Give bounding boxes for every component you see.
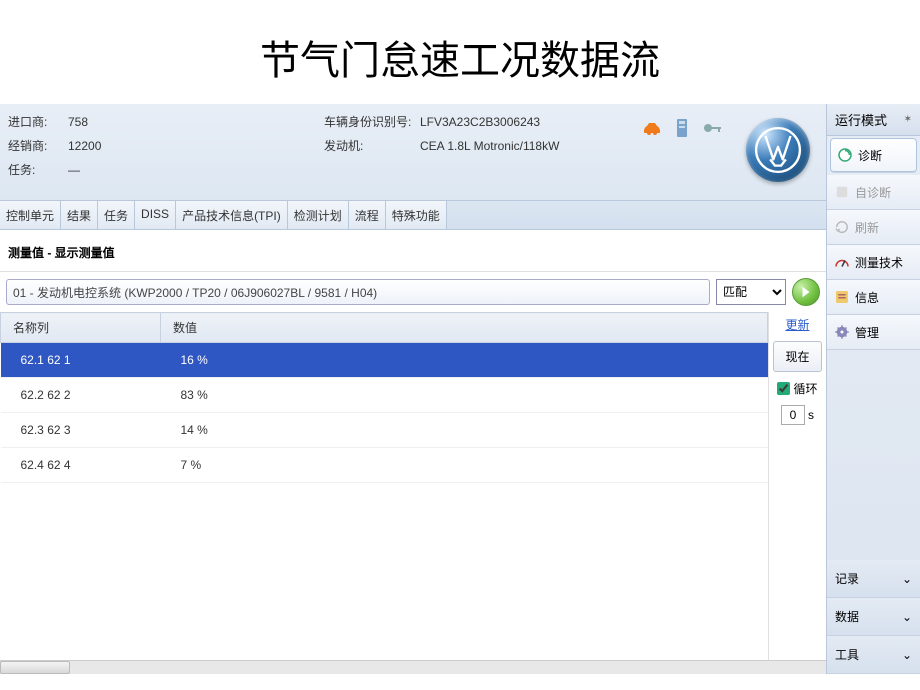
table-row[interactable]: 62.4 62 47 % xyxy=(1,448,768,483)
section-record[interactable]: 记录⌄ xyxy=(827,560,920,598)
sidebar-item-manage[interactable]: 管理 xyxy=(827,315,920,350)
interval-input[interactable] xyxy=(781,405,805,425)
cell-value: 83 % xyxy=(161,378,768,413)
system-select[interactable]: 01 - 发动机电控系统 (KWP2000 / TP20 / 06J906027… xyxy=(6,279,710,305)
cell-value: 7 % xyxy=(161,448,768,483)
tab-task[interactable]: 任务 xyxy=(98,201,135,229)
sidebar-item-label: 信息 xyxy=(855,289,879,306)
match-select[interactable]: 匹配 xyxy=(716,279,786,305)
table-row[interactable]: 62.1 62 116 % xyxy=(1,343,768,378)
diagnosis-icon xyxy=(836,146,854,164)
tab-process[interactable]: 流程 xyxy=(349,201,386,229)
loop-check-input[interactable] xyxy=(777,382,790,395)
info-label: 进口商: xyxy=(8,112,68,132)
brand-logo xyxy=(738,112,818,188)
sidebar: 运行模式 ✶ 诊断自诊断刷新测量技术信息管理 记录⌄ 数据⌄ 工具⌄ xyxy=(826,104,920,674)
col-value[interactable]: 数值 xyxy=(161,313,768,343)
ctrl-panel: 更新 现在 循环 s xyxy=(768,312,826,660)
info-value: — xyxy=(68,160,80,180)
key-icon xyxy=(700,116,724,140)
sidebar-item-measure-tech[interactable]: 测量技术 xyxy=(827,245,920,280)
h-scrollbar[interactable] xyxy=(0,660,826,674)
cell-name: 62.3 62 3 xyxy=(1,413,161,448)
tab-special[interactable]: 特殊功能 xyxy=(386,201,447,229)
tab-tpi[interactable]: 产品技术信息(TPI) xyxy=(176,201,288,229)
section-data[interactable]: 数据⌄ xyxy=(827,598,920,636)
sidebar-item-diagnosis[interactable]: 诊断 xyxy=(830,138,917,173)
data-table: 名称列 数值 62.1 62 116 %62.2 62 283 %62.3 62… xyxy=(0,312,768,483)
sidebar-item-label: 测量技术 xyxy=(855,254,903,271)
mode-header[interactable]: 运行模式 ✶ xyxy=(827,104,920,136)
sidebar-item-label: 管理 xyxy=(855,324,879,341)
info-label: 车辆身份识别号: xyxy=(324,112,420,132)
info-label: 发动机: xyxy=(324,136,420,156)
tabstrip: 控制单元 结果 任务 DISS 产品技术信息(TPI) 检测计划 流程 特殊功能 xyxy=(0,200,826,230)
refresh-icon xyxy=(833,218,851,236)
cell-value: 14 % xyxy=(161,413,768,448)
table-row[interactable]: 62.2 62 283 % xyxy=(1,378,768,413)
header-info: 进口商:758 经销商:12200 任务:— 车辆身份识别号:LFV3A23C2… xyxy=(0,104,826,200)
measure-title: 测量值 - 显示测量值 xyxy=(0,230,826,272)
tab-control-unit[interactable]: 控制单元 xyxy=(0,201,61,229)
mode-label: 运行模式 xyxy=(835,110,887,129)
server-icon xyxy=(670,116,694,140)
loop-checkbox[interactable]: 循环 xyxy=(773,380,822,397)
go-button[interactable] xyxy=(792,278,820,306)
cell-name: 62.4 62 4 xyxy=(1,448,161,483)
update-link[interactable]: 更新 xyxy=(773,316,822,333)
measure-tech-icon xyxy=(833,253,851,271)
cell-name: 62.2 62 2 xyxy=(1,378,161,413)
sidebar-item-self-diagnosis: 自诊断 xyxy=(827,175,920,210)
chevron-icon: ✶ xyxy=(904,114,912,125)
sidebar-item-label: 刷新 xyxy=(855,219,879,236)
page-title: 节气门怠速工况数据流 xyxy=(0,0,920,104)
cell-name: 62.1 62 1 xyxy=(1,343,161,378)
table-row[interactable]: 62.3 62 314 % xyxy=(1,413,768,448)
info-value: CEA 1.8L Motronic/118kW xyxy=(420,136,559,156)
tab-result[interactable]: 结果 xyxy=(61,201,98,229)
info-value: 12200 xyxy=(68,136,101,156)
info-label: 经销商: xyxy=(8,136,68,156)
info-value: 758 xyxy=(68,112,88,132)
tab-test-plan[interactable]: 检测计划 xyxy=(288,201,349,229)
info-value: LFV3A23C2B3006243 xyxy=(420,112,540,132)
sidebar-item-label: 诊断 xyxy=(858,147,882,164)
now-button[interactable]: 现在 xyxy=(773,341,822,372)
manage-icon xyxy=(833,323,851,341)
sidebar-item-label: 自诊断 xyxy=(855,184,891,201)
tab-diss[interactable]: DISS xyxy=(135,201,176,229)
info-label: 任务: xyxy=(8,160,68,180)
self-diagnosis-icon xyxy=(833,183,851,201)
car-icon xyxy=(640,116,664,140)
col-name[interactable]: 名称列 xyxy=(1,313,161,343)
interval-unit: s xyxy=(808,408,814,422)
sidebar-item-info[interactable]: 信息 xyxy=(827,280,920,315)
info-icon xyxy=(833,288,851,306)
cell-value: 16 % xyxy=(161,343,768,378)
loop-label: 循环 xyxy=(793,380,817,397)
sidebar-item-refresh: 刷新 xyxy=(827,210,920,245)
app-shell: 进口商:758 经销商:12200 任务:— 车辆身份识别号:LFV3A23C2… xyxy=(0,104,920,674)
section-tool[interactable]: 工具⌄ xyxy=(827,636,920,674)
